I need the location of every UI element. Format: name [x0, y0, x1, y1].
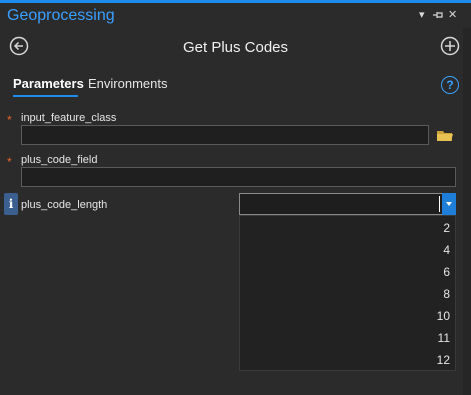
- dropdown-option[interactable]: 2: [390, 221, 450, 235]
- required-marker: *: [7, 155, 12, 169]
- tool-title: Get Plus Codes: [182, 39, 289, 56]
- pane-header: Geoprocessing ▾ ✕: [0, 3, 471, 28]
- info-button[interactable]: i: [4, 193, 18, 215]
- add-button[interactable]: [440, 36, 462, 58]
- dropdown-option[interactable]: 10: [390, 309, 450, 323]
- pin-icon[interactable]: [432, 9, 444, 24]
- plus-code-field-label: plus_code_field: [21, 154, 98, 166]
- plus-code-length-combobox[interactable]: [239, 193, 456, 215]
- help-icon: ?: [446, 78, 454, 92]
- tab-environments[interactable]: Environments: [88, 76, 167, 91]
- pane-scroll-edge: [463, 28, 471, 395]
- help-button[interactable]: ?: [441, 76, 459, 94]
- folder-icon[interactable]: [436, 128, 454, 142]
- input-feature-class-field[interactable]: [21, 125, 429, 145]
- dropdown-option[interactable]: 6: [390, 265, 450, 279]
- plus-code-length-dropdown-list: 2 4 6 8 10 11 12: [239, 215, 456, 371]
- plus-code-length-label: plus_code_length: [21, 199, 108, 211]
- dropdown-option[interactable]: 8: [390, 287, 450, 301]
- plus-code-field-input[interactable]: [21, 167, 456, 187]
- text-caret: [439, 196, 440, 212]
- tab-parameters[interactable]: Parameters: [13, 76, 84, 91]
- required-marker: *: [7, 113, 12, 127]
- dropdown-button[interactable]: [442, 193, 456, 215]
- info-icon: i: [8, 197, 14, 211]
- dropdown-option[interactable]: 4: [390, 243, 450, 257]
- chevron-down-icon: [446, 202, 452, 206]
- active-tab-indicator: [13, 95, 78, 97]
- dropdown-option[interactable]: 11: [390, 331, 450, 345]
- add-icon: [440, 36, 460, 56]
- pane-title: Geoprocessing: [7, 7, 115, 24]
- chevron-down-icon[interactable]: ▾: [419, 9, 425, 21]
- dropdown-option[interactable]: 12: [390, 353, 450, 367]
- close-icon[interactable]: ✕: [448, 9, 457, 21]
- input-feature-class-label: input_feature_class: [21, 112, 117, 124]
